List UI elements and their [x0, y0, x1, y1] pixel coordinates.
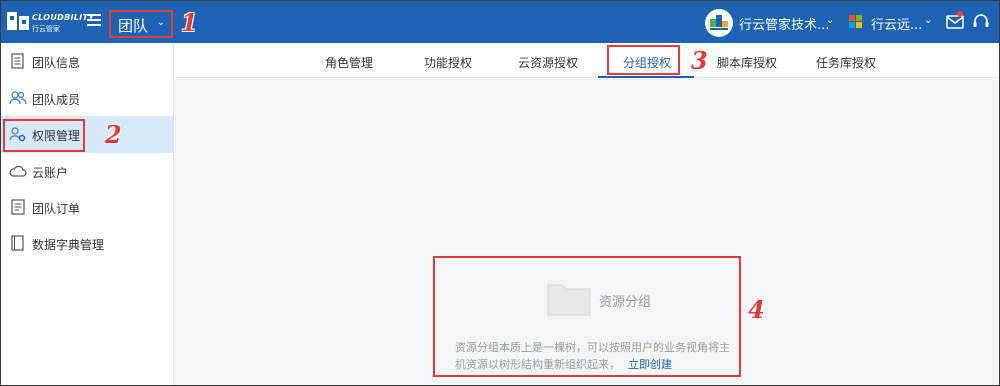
sidebar-item-team-info[interactable]: 团队信息 — [1, 43, 174, 79]
sidebar-item-label: 团队订单 — [32, 202, 81, 216]
sidebar-item-data-dictionary[interactable]: 数据字典管理 — [1, 225, 174, 261]
document-icon — [11, 53, 24, 69]
callout-3: 3 — [691, 46, 708, 75]
top-bar: CLOUDBILITY 行云管家 团队 ⌄ 行云管家技术... ⌄ 行云远...… — [1, 1, 999, 43]
sidebar: 团队信息 团队成员 权限管理 2 云账户 团队订单 数据字典管理 — [1, 43, 174, 385]
main-content: 资源分组 资源分组本质上是一棵树，可以按照用户的业务视角将主 机资源以树形结构重… — [175, 79, 999, 385]
create-now-link[interactable]: 立即创建 — [628, 358, 672, 371]
org-avatar[interactable] — [705, 9, 733, 37]
team-selector[interactable]: 团队 ⌄ — [109, 10, 173, 38]
sidebar-item-label: 云账户 — [32, 166, 69, 180]
logo[interactable]: CLOUDBILITY 行云管家 — [7, 9, 94, 35]
logo-subtext: 行云管家 — [32, 25, 60, 33]
sidebar-item-team-members[interactable]: 团队成员 — [1, 80, 174, 116]
tab-function-authorization[interactable]: 功能授权 — [424, 54, 472, 71]
tab-cloud-resource-authorization[interactable]: 云资源授权 — [518, 54, 578, 71]
callout-2: 2 — [105, 120, 122, 149]
sidebar-item-label: 团队信息 — [32, 56, 81, 70]
cloud-icon — [9, 165, 27, 177]
empty-state-description: 资源分组本质上是一棵树，可以按照用户的业务视角将主 — [455, 341, 730, 354]
callout-4: 4 — [748, 295, 765, 324]
highlight-box — [3, 119, 85, 152]
notification-badge — [957, 11, 963, 17]
chevron-down-icon[interactable]: ⌄ — [924, 15, 932, 26]
sidebar-item-team-orders[interactable]: 团队订单 — [1, 189, 174, 225]
order-icon — [11, 199, 25, 215]
users-icon — [9, 91, 27, 105]
highlight-box — [607, 45, 680, 75]
sidebar-item-permission-management[interactable]: 权限管理 — [1, 116, 174, 153]
tenant-name[interactable]: 行云远... — [871, 14, 922, 33]
tab-task-library-authorization[interactable]: 任务库授权 — [816, 54, 876, 71]
hamburger-menu-icon[interactable] — [87, 14, 101, 28]
app-window: CLOUDBILITY 行云管家 团队 ⌄ 行云管家技术... ⌄ 行云远...… — [0, 0, 1000, 386]
tab-role-management[interactable]: 角色管理 — [325, 54, 373, 71]
callout-1: 1 — [181, 8, 198, 37]
book-icon — [11, 235, 24, 251]
tab-script-library-authorization[interactable]: 脚本库授权 — [717, 54, 777, 71]
sidebar-item-cloud-account[interactable]: 云账户 — [1, 153, 174, 189]
empty-state-description-text: 机资源以树形结构重新组织起来， — [455, 358, 620, 371]
org-name[interactable]: 行云管家技术... — [739, 14, 829, 33]
chevron-down-icon[interactable]: ⌄ — [826, 15, 834, 26]
sidebar-item-label: 数据字典管理 — [32, 238, 105, 252]
empty-state-title: 资源分组 — [599, 295, 652, 310]
sidebar-item-label: 团队成员 — [32, 93, 81, 107]
logo-text: CLOUDBILITY — [32, 13, 95, 22]
empty-state: 资源分组 资源分组本质上是一棵树，可以按照用户的业务视角将主 机资源以树形结构重… — [433, 256, 741, 377]
logo-mark-icon — [7, 12, 29, 30]
folder-icon — [547, 284, 591, 316]
empty-state-description-2: 机资源以树形结构重新组织起来， 立即创建 — [455, 356, 672, 372]
team-selector-label: 团队 — [118, 17, 149, 35]
windows-logo-icon — [849, 15, 863, 29]
chevron-down-icon: ⌄ — [156, 17, 165, 28]
tab-bar: 角色管理 功能授权 云资源授权 分组授权 脚本库授权 任务库授权 3 — [175, 43, 999, 78]
org-logo-icon — [710, 15, 728, 30]
active-tab-indicator — [598, 76, 694, 78]
headset-icon[interactable] — [972, 13, 990, 31]
